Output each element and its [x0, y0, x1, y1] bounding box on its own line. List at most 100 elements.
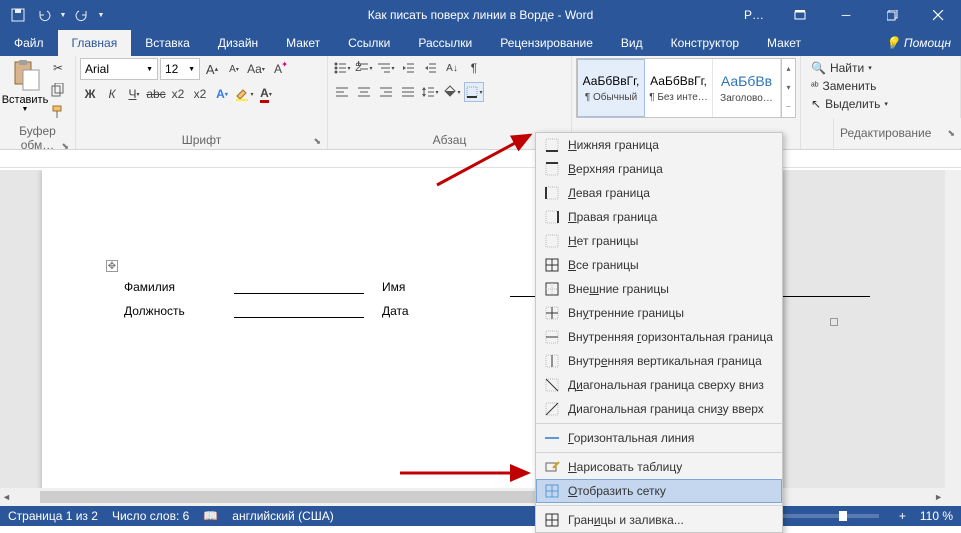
cell-line-2[interactable] — [234, 300, 364, 318]
customize-qat[interactable]: ▼ — [96, 3, 106, 27]
tab-layout[interactable]: Макет — [272, 30, 334, 56]
strikethrough-button[interactable]: abc — [146, 84, 166, 104]
justify-button[interactable] — [398, 82, 418, 102]
scroll-thumb[interactable] — [40, 491, 540, 503]
superscript-button[interactable]: x2 — [190, 84, 210, 104]
cell-date[interactable]: Дата — [382, 304, 438, 318]
vertical-scrollbar[interactable] — [945, 170, 961, 488]
align-left-button[interactable] — [332, 82, 352, 102]
style-no-spacing[interactable]: АаБбВвГг,¶ Без инте… — [645, 59, 713, 117]
font-color-button[interactable]: А▾ — [256, 84, 276, 104]
styles-gallery[interactable]: АаБбВвГг,¶ Обычный АаБбВвГг,¶ Без инте… … — [576, 58, 796, 118]
format-painter-button[interactable] — [48, 102, 68, 122]
tab-view[interactable]: Вид — [607, 30, 657, 56]
tab-insert[interactable]: Вставка — [131, 30, 204, 56]
tab-references[interactable]: Ссылки — [334, 30, 404, 56]
text-effects-button[interactable]: A▾ — [212, 84, 232, 104]
cell-position[interactable]: Должность — [124, 304, 234, 318]
border-menu-none[interactable]: Нет границы — [536, 229, 782, 253]
redo-button[interactable] — [70, 3, 94, 27]
border-menu-left[interactable]: Левая граница — [536, 181, 782, 205]
tab-constructor[interactable]: Конструктор — [657, 30, 753, 56]
italic-button[interactable]: К — [102, 84, 122, 104]
border-menu-outside[interactable]: Внешние границы — [536, 277, 782, 301]
highlight-button[interactable]: ▾ — [234, 84, 254, 104]
shrink-font-button[interactable]: A▾ — [224, 59, 244, 79]
table-anchor-icon[interactable]: ✥ — [106, 260, 118, 272]
bullets-button[interactable]: ▾ — [332, 58, 352, 78]
bold-button[interactable]: Ж — [80, 84, 100, 104]
border-menu-shading[interactable]: Границы и заливка... — [536, 508, 782, 532]
tab-home[interactable]: Главная — [58, 30, 132, 56]
tab-layout2[interactable]: Макет — [753, 30, 815, 56]
status-language[interactable]: английский (США) — [232, 509, 333, 523]
copy-button[interactable] — [48, 80, 68, 100]
grow-font-button[interactable]: A▴ — [202, 59, 222, 79]
maximize-button[interactable] — [869, 0, 915, 30]
undo-dropdown[interactable]: ▼ — [58, 3, 68, 27]
tab-mailings[interactable]: Рассылки — [404, 30, 486, 56]
tab-review[interactable]: Рецензирование — [486, 30, 607, 56]
status-page[interactable]: Страница 1 из 2 — [8, 509, 98, 523]
borders-button[interactable]: ▾ — [464, 82, 484, 102]
border-menu-right[interactable]: Правая граница — [536, 205, 782, 229]
border-menu-inside[interactable]: Внутренние границы — [536, 301, 782, 325]
cut-button[interactable]: ✂ — [48, 58, 68, 78]
tab-file[interactable]: Файл — [0, 30, 58, 56]
numbering-button[interactable]: 12▾ — [354, 58, 374, 78]
decrease-indent-button[interactable] — [398, 58, 418, 78]
minimize-button[interactable]: ─ — [823, 0, 869, 30]
border-menu-ih[interactable]: Внутренняя горизонтальная граница — [536, 325, 782, 349]
align-center-button[interactable] — [354, 82, 374, 102]
font-name-combo[interactable]: Arial▼ — [80, 58, 158, 80]
cell-line-1[interactable] — [234, 276, 364, 294]
document-content[interactable]: Фамилия Имя Должность Дата — [124, 270, 438, 318]
close-button[interactable] — [915, 0, 961, 30]
status-words[interactable]: Число слов: 6 — [112, 509, 189, 523]
change-case-button[interactable]: Aa▾ — [246, 59, 266, 79]
horizontal-scrollbar[interactable] — [0, 488, 961, 506]
replace-button[interactable]: ᵃᵇЗаменить — [809, 78, 890, 94]
border-menu-iv[interactable]: Внутренняя вертикальная граница — [536, 349, 782, 373]
styles-more[interactable]: ▴▾⎯ — [781, 59, 795, 117]
subscript-button[interactable]: x2 — [168, 84, 188, 104]
zoom-slider[interactable] — [779, 514, 879, 518]
border-menu-all[interactable]: Все границы — [536, 253, 782, 277]
account-button[interactable]: Р… — [731, 0, 777, 30]
tell-me-search[interactable]: 💡 Помощн — [875, 30, 961, 56]
underline-button[interactable]: Ч▾ — [124, 84, 144, 104]
clear-formatting-button[interactable]: A✦ — [268, 59, 288, 79]
table-resize-handle[interactable] — [830, 318, 838, 326]
tab-design[interactable]: Дизайн — [204, 30, 272, 56]
save-button[interactable] — [6, 3, 30, 27]
clipboard-dialog-launcher[interactable]: ⬊ — [61, 141, 69, 152]
find-button[interactable]: 🔍Найти ▾ — [809, 60, 890, 76]
border-menu-draw[interactable]: Нарисовать таблицу — [536, 455, 782, 479]
status-spellcheck-icon[interactable]: 📖 — [203, 509, 218, 523]
multilevel-button[interactable]: ▾ — [376, 58, 396, 78]
border-menu-top[interactable]: Верхняя граница — [536, 157, 782, 181]
undo-button[interactable] — [32, 3, 56, 27]
ribbon-display-options[interactable] — [777, 0, 823, 30]
style-normal[interactable]: АаБбВвГг,¶ Обычный — [577, 59, 645, 117]
increase-indent-button[interactable] — [420, 58, 440, 78]
shading-button[interactable]: ▾ — [442, 82, 462, 102]
font-size-combo[interactable]: 12▼ — [160, 58, 200, 80]
select-button[interactable]: ↖Выделить ▾ — [809, 96, 890, 112]
zoom-in[interactable]: + — [899, 509, 906, 523]
cell-lastname[interactable]: Фамилия — [124, 280, 234, 294]
sort-button[interactable]: A↓ — [442, 58, 462, 78]
border-menu-grid[interactable]: Отобразить сетку — [536, 479, 782, 503]
style-heading1[interactable]: АаБбВвЗаголово… — [713, 59, 781, 117]
border-menu-hline[interactable]: Горизонтальная линия — [536, 426, 782, 450]
ruler[interactable] — [0, 150, 961, 168]
paste-button[interactable]: Вставить ▼ — [4, 58, 46, 115]
border-menu-diagu[interactable]: Диагональная граница снизу вверх — [536, 397, 782, 421]
show-marks-button[interactable]: ¶ — [464, 58, 484, 78]
border-menu-diagd[interactable]: Диагональная граница сверху вниз — [536, 373, 782, 397]
align-right-button[interactable] — [376, 82, 396, 102]
font-dialog-launcher[interactable]: ⬊ — [313, 136, 321, 147]
line-spacing-button[interactable]: ▾ — [420, 82, 440, 102]
border-menu-bottom[interactable]: Нижняя граница — [536, 133, 782, 157]
zoom-level[interactable]: 110 % — [920, 509, 953, 523]
